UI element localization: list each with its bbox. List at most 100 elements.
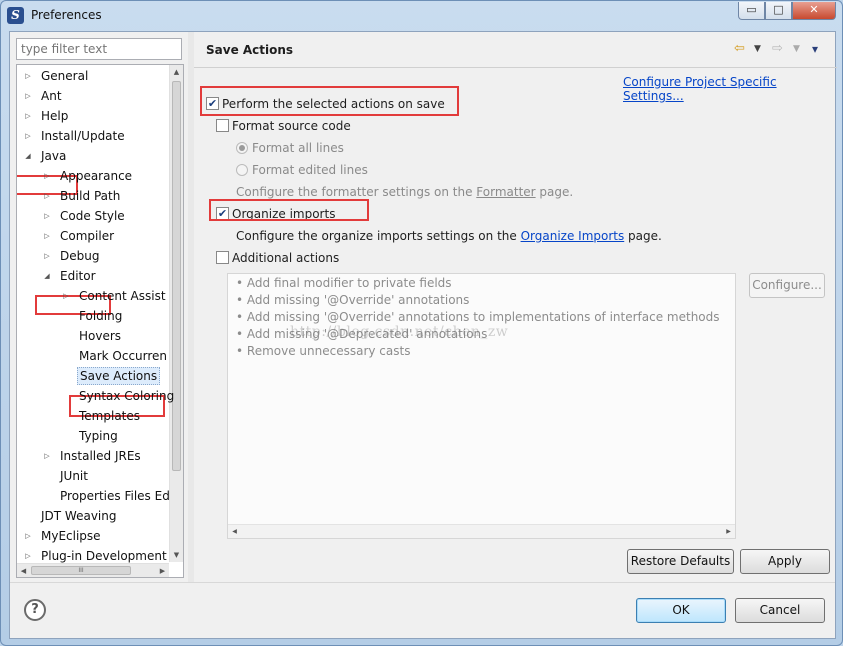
watermark: http://blog.csdn.net/chen_zw [290, 324, 509, 340]
collapsed-triangle-icon[interactable]: ▷ [23, 126, 33, 146]
tree-item[interactable]: ▷ Appearance [42, 166, 134, 186]
preference-tree[interactable]: ▲ ▼ ◀ III ▶ ▷ General ▷ Ant ▷ Help ▷ Install/Up… [16, 64, 184, 578]
tree-item[interactable]: ◢ Java [23, 146, 68, 166]
list-item: • Add missing '@Override' annotations [236, 293, 469, 307]
ok-button[interactable]: OK [636, 598, 726, 623]
footer-separator [10, 582, 835, 583]
pane-divider[interactable] [188, 32, 194, 582]
tree-item[interactable]: ▷ Code Style [42, 206, 127, 226]
collapsed-triangle-icon[interactable]: ▷ [23, 86, 33, 106]
tree-item-label: Mark Occurren [79, 349, 168, 363]
organize-imports-link[interactable]: Organize Imports [521, 229, 625, 243]
tree-item[interactable]: Templates [61, 406, 142, 426]
tree-item[interactable]: ▷ Install/Update [23, 126, 127, 146]
tree-vertical-scroll-thumb[interactable] [172, 81, 181, 471]
collapsed-triangle-icon[interactable]: ▷ [23, 526, 33, 546]
tree-item[interactable]: Save Actions [61, 366, 161, 386]
expanded-triangle-icon[interactable]: ◢ [23, 146, 33, 166]
tree-item-label: Install/Update [41, 129, 125, 143]
scroll-right-arrow-icon[interactable]: ▶ [156, 564, 169, 577]
action-label: Add missing '@Override' annotations [246, 293, 470, 307]
cancel-button[interactable]: Cancel [735, 598, 825, 623]
forward-arrow-icon[interactable]: ⇨ [772, 41, 783, 57]
restore-defaults-button[interactable]: Restore Defaults [627, 549, 734, 574]
collapsed-triangle-icon[interactable]: ▷ [23, 66, 33, 86]
tree-item[interactable]: ▷ Content Assist [61, 286, 168, 306]
tree-item[interactable]: Hovers [61, 326, 123, 346]
expanded-triangle-icon[interactable]: ◢ [42, 266, 52, 286]
formatter-link[interactable]: Formatter [476, 185, 535, 199]
collapsed-triangle-icon[interactable]: ▷ [23, 106, 33, 126]
organize-imports-label: Organize imports [232, 207, 336, 221]
tree-item-label: Typing [79, 429, 118, 443]
tree-item[interactable]: ▷ General [23, 66, 90, 86]
format-edited-lines-radio[interactable] [236, 164, 248, 176]
tree-item[interactable]: Syntax Coloring [61, 386, 176, 406]
close-button[interactable]: ✕ [792, 2, 836, 20]
formatter-hint: Configure the formatter settings on the … [236, 182, 573, 202]
tree-item[interactable]: Folding [61, 306, 124, 326]
additional-actions-checkbox[interactable] [216, 251, 229, 264]
perform-actions-label: Perform the selected actions on save [222, 97, 445, 111]
scroll-down-arrow-icon[interactable]: ▼ [170, 548, 183, 562]
back-arrow-icon[interactable]: ⇦ [734, 41, 745, 57]
perform-actions-checkbox[interactable]: ✔ [206, 97, 219, 110]
collapsed-triangle-icon[interactable]: ▷ [42, 226, 52, 246]
formatter-hint-suffix: page. [535, 185, 574, 199]
additional-actions-list[interactable]: ◀ ▶ • Add final modifier to private fiel… [227, 273, 736, 539]
filter-input[interactable] [16, 38, 182, 60]
actions-horizontal-scrollbar[interactable]: ◀ ▶ [228, 524, 735, 538]
scroll-up-arrow-icon[interactable]: ▲ [170, 65, 183, 79]
tree-item-label: JUnit [60, 469, 88, 483]
tree-item[interactable]: Properties Files Ed [42, 486, 172, 506]
tree-item-label: MyEclipse [41, 529, 101, 543]
tree-item[interactable]: ▷ Ant [23, 86, 64, 106]
view-menu-icon[interactable]: ▾ [812, 41, 818, 57]
collapsed-triangle-icon[interactable]: ▷ [42, 246, 52, 266]
tree-item[interactable]: Typing [61, 426, 120, 446]
collapsed-triangle-icon[interactable]: ▷ [61, 286, 71, 306]
tree-item[interactable]: JDT Weaving [23, 506, 118, 526]
actions-scroll-right-icon[interactable]: ▶ [722, 525, 735, 539]
minimize-button[interactable]: ▭ [738, 2, 765, 20]
back-menu-chevron-icon[interactable]: ▼ [754, 41, 761, 57]
actions-scroll-left-icon[interactable]: ◀ [228, 525, 241, 539]
tree-horizontal-scroll-thumb[interactable]: III [31, 566, 131, 575]
action-label: Add missing '@Override' annotations to i… [246, 310, 720, 324]
tree-item-label: Templates [79, 409, 141, 423]
collapsed-triangle-icon[interactable]: ▷ [23, 546, 33, 566]
collapsed-triangle-icon[interactable]: ▷ [42, 206, 52, 226]
title-bar[interactable]: S Preferences ▭ □ ✕ [1, 1, 842, 31]
organize-imports-checkbox[interactable]: ✔ [216, 207, 229, 220]
tree-item[interactable]: ▷ Help [23, 106, 70, 126]
tree-item[interactable]: JUnit [42, 466, 90, 486]
tree-item[interactable]: ▷ Build Path [42, 186, 122, 206]
action-label: Remove unnecessary casts [246, 344, 411, 358]
bullet-icon: • [236, 327, 247, 341]
collapsed-triangle-icon[interactable]: ▷ [42, 166, 52, 186]
tree-item[interactable]: ▷ Plug-in Development [23, 546, 169, 566]
app-icon: S [7, 7, 24, 24]
tree-item-label: Plug-in Development [41, 549, 167, 563]
tree-item-label: Help [41, 109, 69, 123]
configure-button[interactable]: Configure... [749, 273, 825, 298]
tree-item[interactable]: ▷ Compiler [42, 226, 116, 246]
format-edited-lines-label: Format edited lines [252, 163, 368, 177]
apply-button[interactable]: Apply [740, 549, 830, 574]
format-source-checkbox[interactable] [216, 119, 229, 132]
maximize-button[interactable]: □ [765, 2, 792, 20]
configure-project-settings-link[interactable]: Configure Project Specific Settings... [623, 75, 835, 103]
collapsed-triangle-icon[interactable]: ▷ [42, 446, 52, 466]
format-all-lines-radio[interactable] [236, 142, 248, 154]
forward-menu-chevron-icon[interactable]: ▼ [793, 41, 800, 57]
tree-item-label: Properties Files Ed [60, 489, 170, 503]
tree-item[interactable]: Mark Occurren [61, 346, 169, 366]
help-icon[interactable]: ? [24, 599, 46, 621]
scroll-left-arrow-icon[interactable]: ◀ [17, 564, 30, 577]
tree-item[interactable]: ▷ Installed JREs [42, 446, 143, 466]
tree-item[interactable]: ▷ Debug [42, 246, 101, 266]
tree-item[interactable]: ▷ MyEclipse [23, 526, 103, 546]
collapsed-triangle-icon[interactable]: ▷ [42, 186, 52, 206]
tree-item[interactable]: ◢ Editor [42, 266, 98, 286]
tree-item-label: JDT Weaving [41, 509, 117, 523]
